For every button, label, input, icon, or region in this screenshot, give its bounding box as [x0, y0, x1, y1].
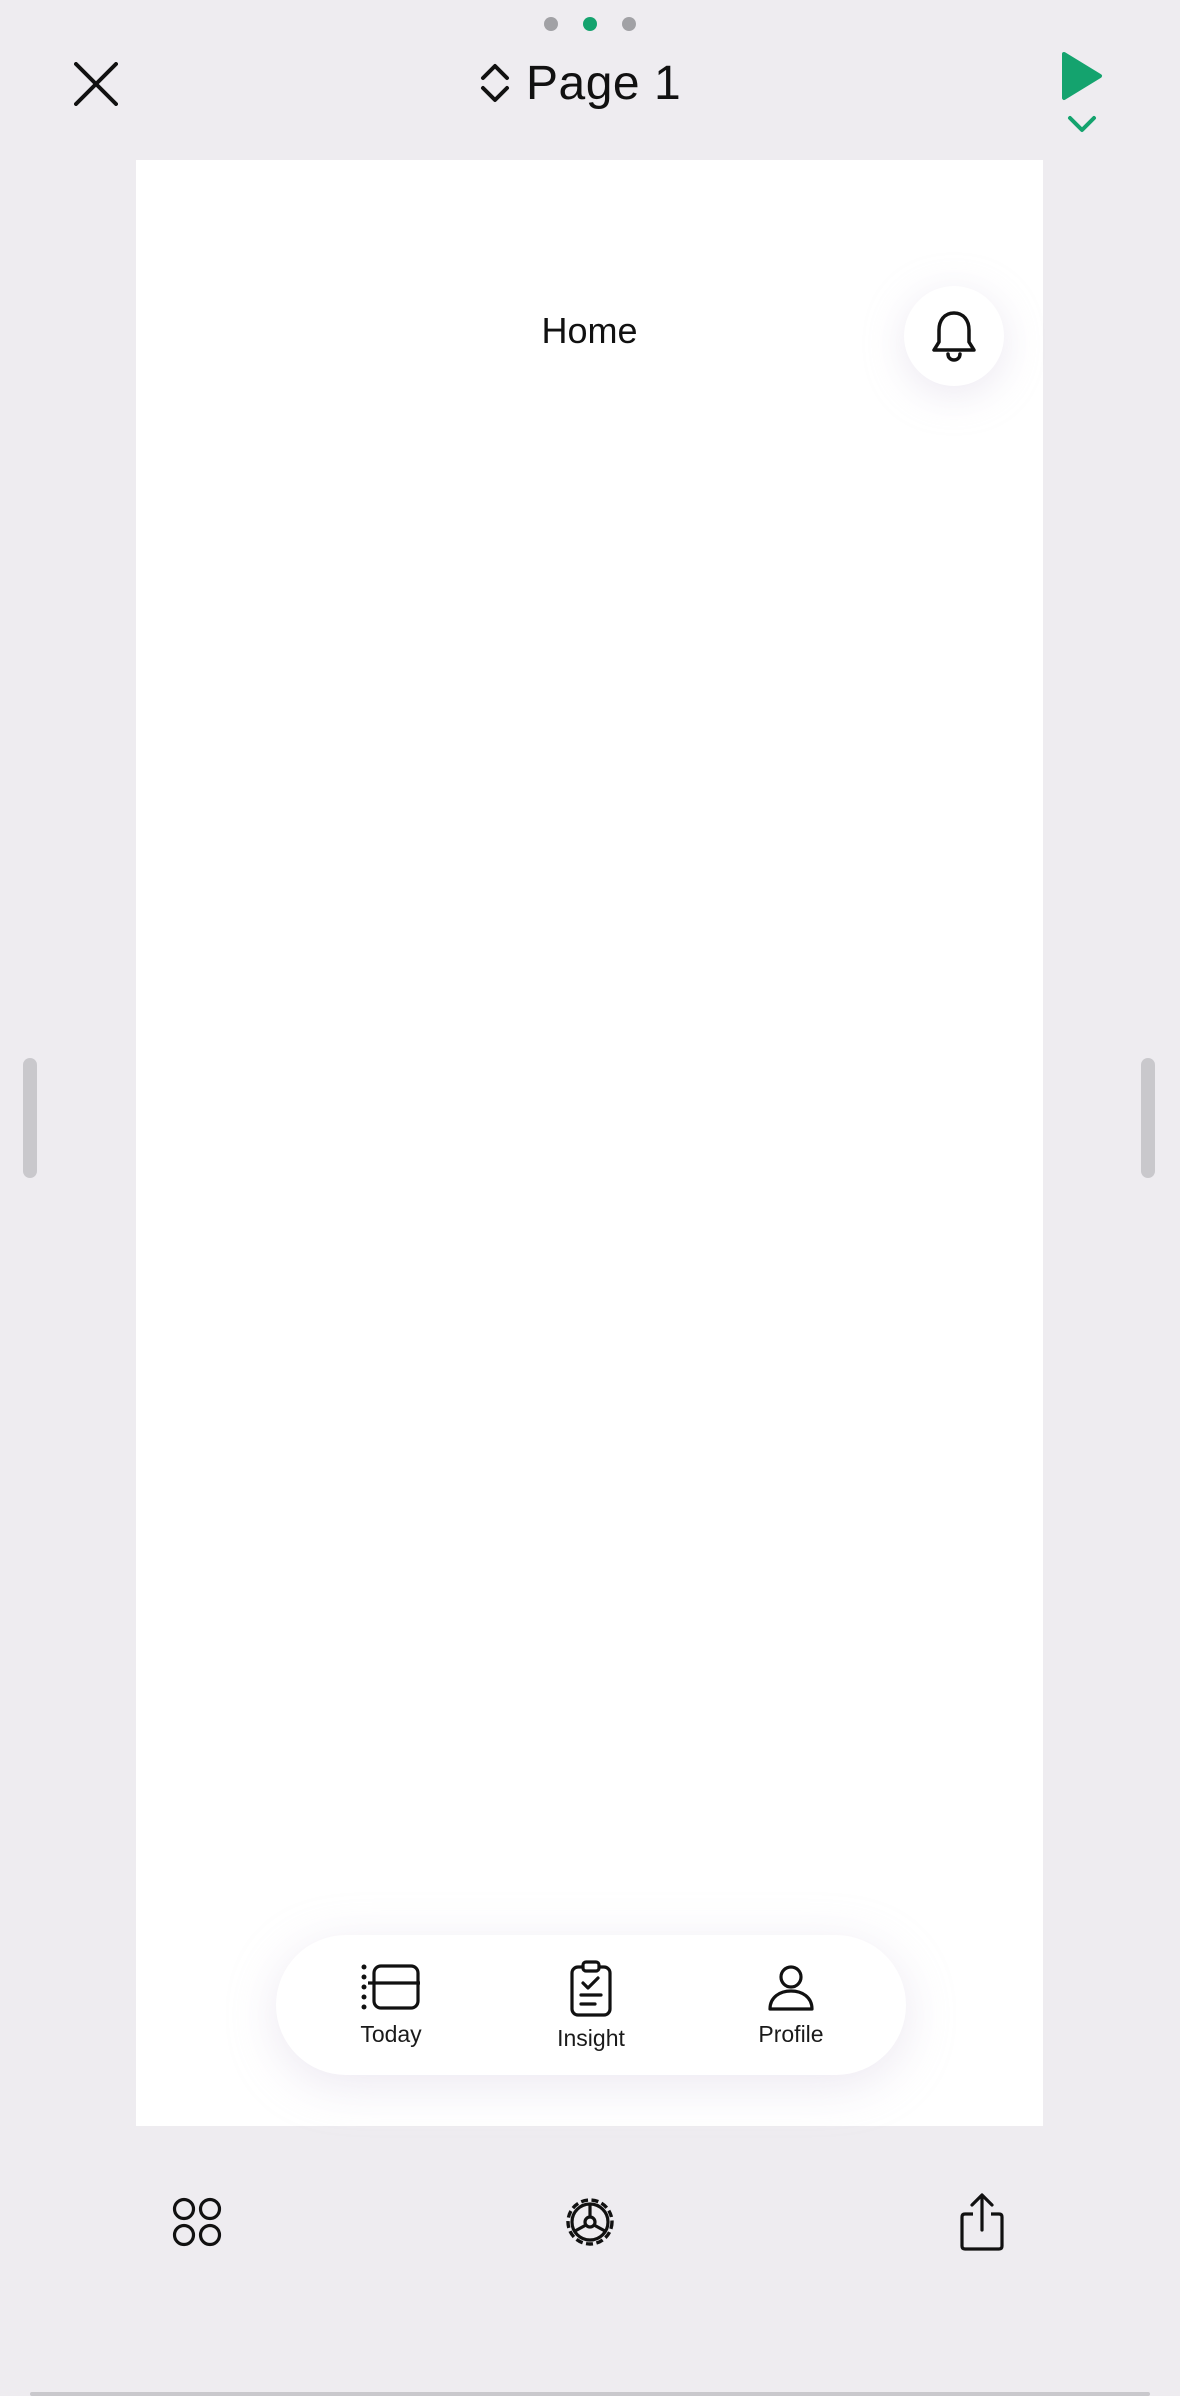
close-button[interactable]: [64, 52, 128, 116]
tab-today[interactable]: Today: [306, 1935, 476, 2075]
person-icon: [768, 1964, 814, 2011]
play-icon: [1062, 52, 1102, 100]
tab-label: Today: [360, 2020, 422, 2047]
apps-grid-icon: [172, 2197, 222, 2247]
app-preview-canvas: Home Today Insight Profile: [136, 160, 1043, 2126]
tab-label: Insight: [557, 2024, 625, 2051]
tab-insight[interactable]: Insight: [506, 1935, 676, 2075]
settings-button[interactable]: [558, 2190, 622, 2254]
tab-bar: Today Insight Profile: [276, 1935, 906, 2075]
today-list-icon: [361, 1963, 420, 2010]
page-dot[interactable]: [544, 17, 558, 31]
page-dot-active[interactable]: [583, 17, 597, 31]
page-title: Page 1: [526, 56, 682, 110]
bell-icon: [932, 311, 976, 362]
right-resize-handle[interactable]: [1141, 1058, 1155, 1178]
tab-label: Profile: [758, 2020, 824, 2047]
left-resize-handle[interactable]: [23, 1058, 37, 1178]
chevron-down-icon[interactable]: [1066, 112, 1098, 136]
settings-gear-icon: [566, 2198, 614, 2246]
close-icon: [74, 62, 118, 106]
home-indicator: [30, 2392, 1150, 2396]
share-button[interactable]: [950, 2190, 1014, 2254]
clipboard-icon: [570, 1959, 612, 2017]
apps-button[interactable]: [165, 2190, 229, 2254]
page-selector[interactable]: Page 1: [480, 48, 700, 118]
page-dot[interactable]: [622, 17, 636, 31]
play-button[interactable]: [1046, 50, 1118, 150]
tab-profile[interactable]: Profile: [706, 1935, 876, 2075]
notifications-button[interactable]: [904, 286, 1004, 386]
chevron-up-down-icon: [481, 64, 509, 102]
share-icon: [960, 2193, 1004, 2251]
page-indicator: [0, 17, 1180, 31]
